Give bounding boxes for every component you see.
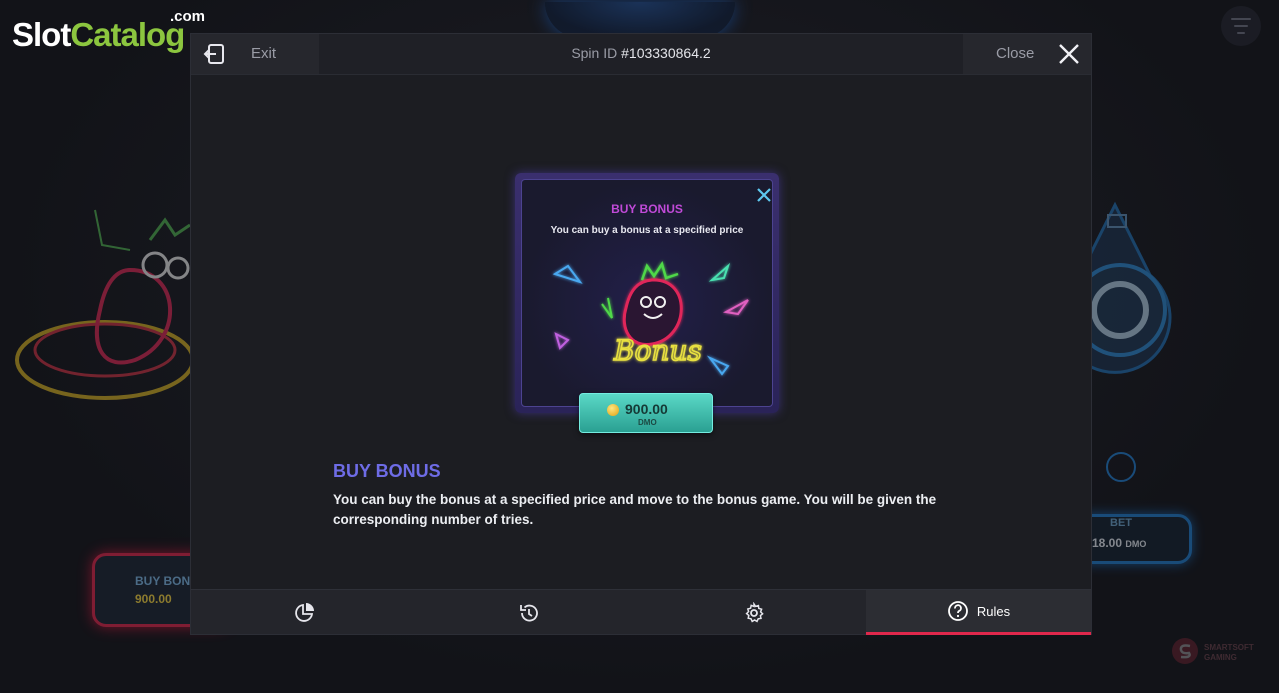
rules-content: BUY BONUS You can buy a bonus at a speci… [191, 75, 1091, 589]
close-button[interactable]: Close [963, 34, 1091, 74]
pie-chart-icon [294, 602, 314, 622]
game-rules-modal: Exit Spin ID #103330864.2 Close BUY BONU… [190, 33, 1092, 635]
bet-label: BET [1110, 517, 1132, 529]
brand-line-2: GAMING [1204, 653, 1237, 662]
coin-icon [607, 404, 619, 416]
close-icon [1059, 44, 1079, 64]
tab-history[interactable] [416, 590, 641, 635]
tab-settings[interactable] [641, 590, 866, 635]
rules-tab-bar: Rules [191, 589, 1091, 635]
help-circle-icon [947, 601, 968, 621]
rules-section-title: BUY BONUS [333, 461, 441, 481]
modal-header: Exit Spin ID #103330864.2 Close [191, 34, 1091, 75]
tab-rules[interactable]: Rules [866, 590, 1091, 635]
illustration-subtitle: You can buy a bonus at a specified price [550, 225, 744, 236]
exit-icon [203, 44, 224, 64]
spin-id-value: #103330864.2 [621, 45, 711, 61]
gear-icon [744, 601, 764, 622]
history-icon [519, 604, 538, 621]
buy-bonus-currency: DMO [638, 418, 657, 427]
brand-line-1: SMARTSOFT [1204, 643, 1254, 652]
bet-value: 18.00 [1092, 536, 1123, 550]
logo-word-slot: Slot [12, 16, 71, 53]
bet-currency: DMO [1125, 539, 1147, 549]
logo-word-catalog: Catalog [70, 16, 185, 53]
exit-button[interactable]: Exit [191, 34, 319, 74]
close-label: Close [996, 45, 1035, 62]
neon-strawberry-decoration [15, 209, 195, 400]
spin-id-label: Spin ID [571, 45, 618, 61]
background-bet-display: BET 18.00 DMO [1075, 514, 1192, 564]
rules-section-body: You can buy the bonus at a specified pri… [333, 492, 937, 527]
spin-id: Spin ID #103330864.2 [491, 45, 791, 61]
bonus-art-text: Bonus [613, 334, 702, 367]
screen: BUY BONUS 900.00 BET 18.00 DMO SMARTSOFT… [0, 0, 1279, 693]
smartsoft-brand: SMARTSOFT GAMING [1170, 636, 1270, 668]
background-buy-bonus-value: 900.00 [135, 592, 172, 606]
smartsoft-logo-icon [1172, 638, 1198, 664]
tab-rules-label: Rules [976, 603, 1011, 619]
tab-statistics[interactable] [191, 590, 416, 635]
buy-bonus-price: 900.00 [625, 401, 668, 417]
buy-bonus-illustration: BUY BONUS You can buy a bonus at a speci… [515, 173, 779, 413]
autoplay-icon [1106, 452, 1136, 482]
neon-strawberry-bonus-art: Bonus [552, 261, 749, 376]
exit-label: Exit [251, 45, 277, 62]
illustration-title: BUY BONUS [611, 202, 683, 216]
buy-bonus-price-button[interactable]: 900.00 DMO [579, 393, 713, 433]
menu-icon [1221, 6, 1261, 46]
